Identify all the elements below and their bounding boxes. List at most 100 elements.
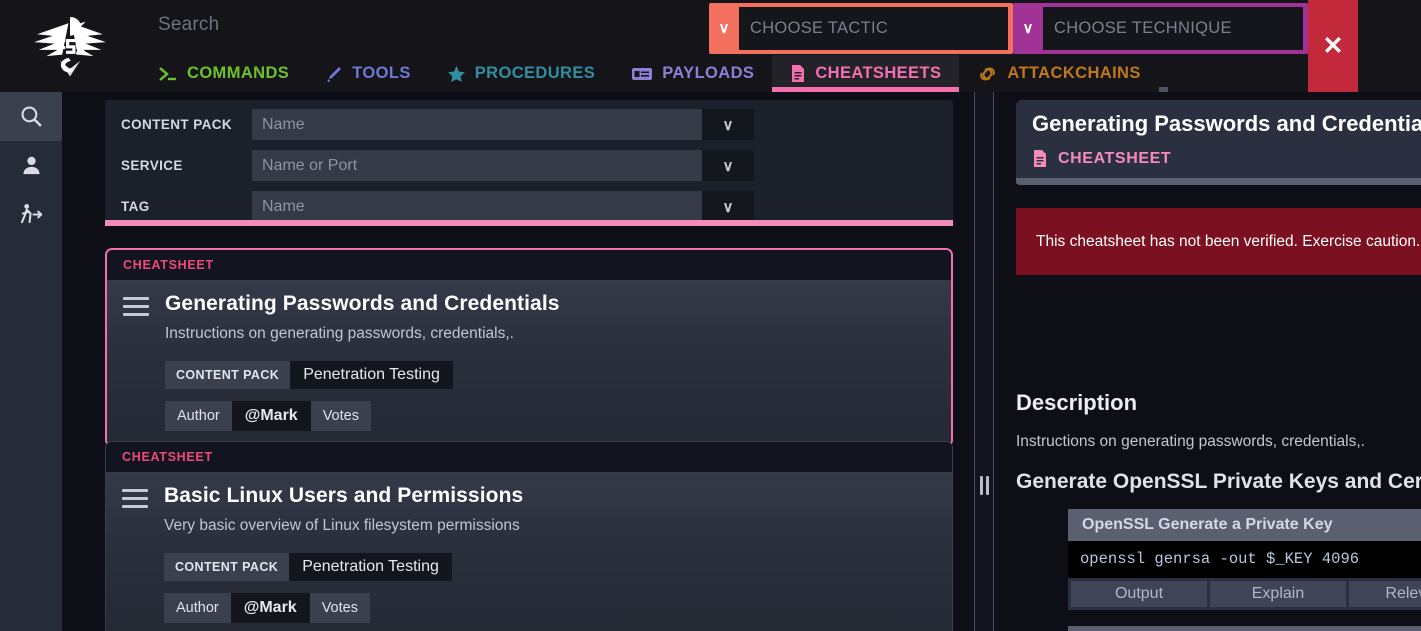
command-tab-output[interactable]: Output xyxy=(1071,580,1207,607)
tab-cheatsheets[interactable]: CHEATSHEETS xyxy=(772,55,960,92)
detail-type-label: CHEATSHEET xyxy=(1058,149,1172,167)
card-title-row: Generating Passwords and Credentials xyxy=(123,292,935,321)
close-icon: ✕ xyxy=(1322,32,1344,60)
filter-row-tag: TAG ∨ xyxy=(121,190,953,223)
votes-label[interactable]: Votes xyxy=(310,401,371,431)
command-tab-explain[interactable]: Explain xyxy=(1210,580,1346,607)
drag-handle-icon[interactable] xyxy=(122,484,148,513)
tab-commands[interactable]: COMMANDS xyxy=(140,55,308,92)
content-pack-input[interactable] xyxy=(252,109,702,140)
chip-key: CONTENT PACK xyxy=(165,361,291,389)
app-logo[interactable] xyxy=(0,0,140,92)
main-tabs: COMMANDS TOOLS PROCEDURES PAYLOADS CHEAT… xyxy=(140,55,1159,92)
card-content-pack-chip: CONTENT PACK Penetration Testing xyxy=(165,361,935,389)
card-title: Basic Linux Users and Permissions xyxy=(164,484,524,507)
detail-header-rule xyxy=(1016,178,1421,185)
rs-eagle-logo-icon xyxy=(33,17,107,77)
card-content-pack-chip: CONTENT PACK Penetration Testing xyxy=(164,553,936,581)
list-item[interactable]: CHEATSHEET Basic Linux Users and Permiss… xyxy=(105,441,953,631)
rail-item-account[interactable] xyxy=(0,141,62,190)
tab-label: PAYLOADS xyxy=(662,64,755,82)
tab-label: PROCEDURES xyxy=(474,64,596,82)
search-input[interactable]: Search xyxy=(158,14,219,36)
filter-label: SERVICE xyxy=(121,158,183,173)
author-value[interactable]: @Mark xyxy=(231,401,311,431)
logout-icon xyxy=(20,204,42,224)
tab-attackchains[interactable]: ATTACKCHAINS xyxy=(959,55,1159,92)
tactic-value[interactable]: CHOOSE TACTIC xyxy=(739,7,1008,50)
filter-label: CONTENT PACK xyxy=(121,117,233,132)
card-description: Instructions on generating passwords, cr… xyxy=(165,325,514,342)
tab-label: COMMANDS xyxy=(187,64,290,82)
section-heading: Generate OpenSSL Private Keys and Certif… xyxy=(1016,470,1421,493)
list-item[interactable]: CHEATSHEET Generating Passwords and Cred… xyxy=(105,248,953,447)
card-body: Generating Passwords and Credentials Ins… xyxy=(107,280,951,445)
panel-splitter[interactable] xyxy=(974,92,994,631)
service-input[interactable] xyxy=(252,150,702,181)
tag-dropdown[interactable]: ∨ xyxy=(702,191,754,222)
rail-item-search[interactable] xyxy=(0,92,62,141)
author-label: Author xyxy=(165,401,232,431)
drag-handle-icon[interactable] xyxy=(123,292,149,321)
filter-row-service: SERVICE ∨ xyxy=(121,149,953,182)
top-bar: Search ∨ CHOOSE TACTIC ∨ CHOOSE TECHNIQU… xyxy=(0,0,1421,92)
card-kicker-bar: CHEATSHEET xyxy=(106,442,952,472)
card-body: Basic Linux Users and Permissions Very b… xyxy=(106,472,952,631)
link-icon xyxy=(977,65,998,83)
votes-label[interactable]: Votes xyxy=(309,593,370,623)
tab-label: TOOLS xyxy=(352,64,411,82)
chip-value: Penetration Testing xyxy=(289,553,452,581)
command-title: OpenSSL Generate a CA Certificate xyxy=(1068,626,1421,631)
service-dropdown[interactable]: ∨ xyxy=(702,150,754,181)
filter-row-content-pack: CONTENT PACK ∨ xyxy=(121,108,953,141)
detail-type-row: CHEATSHEET xyxy=(1032,149,1171,168)
close-button[interactable]: ✕ xyxy=(1308,0,1358,92)
filter-panel-accent-bar xyxy=(105,220,953,226)
command-code[interactable]: openssl genrsa -out $_KEY 4096 xyxy=(1068,541,1421,578)
chip-value: Penetration Testing xyxy=(290,361,453,389)
tab-procedures[interactable]: PROCEDURES xyxy=(428,55,614,92)
rail-item-logout[interactable] xyxy=(0,190,62,239)
detail-header: Generating Passwords and Credentials CHE… xyxy=(1016,100,1421,184)
command-title: OpenSSL Generate a Private Key xyxy=(1068,509,1421,541)
brush-icon xyxy=(325,65,343,83)
filter-panel: CONTENT PACK ∨ SERVICE ∨ TAG ∨ xyxy=(105,100,953,223)
card-kicker: CHEATSHEET xyxy=(123,258,214,272)
description-text: Instructions on generating passwords, cr… xyxy=(1016,433,1365,450)
description-heading: Description xyxy=(1016,390,1138,415)
splitter-grip-icon xyxy=(980,476,989,495)
search-icon xyxy=(21,106,42,127)
warning-text: This cheatsheet has not been verified. E… xyxy=(1036,232,1421,250)
terminal-icon xyxy=(158,66,178,82)
chip-key: CONTENT PACK xyxy=(164,553,290,581)
cheatsheet-detail-panel: Generating Passwords and Credentials CHE… xyxy=(994,92,1421,631)
tactic-selector[interactable]: ∨ CHOOSE TACTIC xyxy=(709,3,1013,54)
star-icon xyxy=(447,65,466,83)
tab-tools[interactable]: TOOLS xyxy=(307,55,429,92)
tab-payloads[interactable]: PAYLOADS xyxy=(613,55,773,92)
card-meta-chips: Author @Mark Votes xyxy=(165,401,935,431)
left-icon-rail xyxy=(0,92,62,631)
technique-value[interactable]: CHOOSE TECHNIQUE xyxy=(1043,7,1303,50)
tag-input[interactable] xyxy=(252,191,702,222)
command-tabs: Output Explain Relevant xyxy=(1068,577,1421,610)
technique-selector[interactable]: ∨ CHOOSE TECHNIQUE xyxy=(1013,3,1308,54)
page-title: Generating Passwords and Credentials xyxy=(1032,111,1421,136)
chevron-down-icon: ∨ xyxy=(1022,20,1034,37)
command-tab-relevant[interactable]: Relevant xyxy=(1349,580,1421,607)
card-title: Generating Passwords and Credentials xyxy=(165,292,560,315)
app-root: Search ∨ CHOOSE TACTIC ∨ CHOOSE TECHNIQU… xyxy=(0,0,1421,631)
card-meta-chips: Author @Mark Votes xyxy=(164,593,936,623)
document-icon xyxy=(1034,150,1046,167)
user-icon xyxy=(22,156,40,175)
cheatsheet-list-panel: CONTENT PACK ∨ SERVICE ∨ TAG ∨ CHEATSHEE… xyxy=(62,92,974,631)
author-label: Author xyxy=(164,593,231,623)
card-title-row: Basic Linux Users and Permissions xyxy=(122,484,936,513)
card-description: Very basic overview of Linux filesystem … xyxy=(164,517,520,534)
content-pack-dropdown[interactable]: ∨ xyxy=(702,109,754,140)
chevron-down-icon: ∨ xyxy=(718,20,730,37)
document-icon xyxy=(790,64,806,83)
card-icon xyxy=(631,66,653,82)
author-value[interactable]: @Mark xyxy=(230,593,310,623)
card-kicker-bar: CHEATSHEET xyxy=(107,250,951,280)
